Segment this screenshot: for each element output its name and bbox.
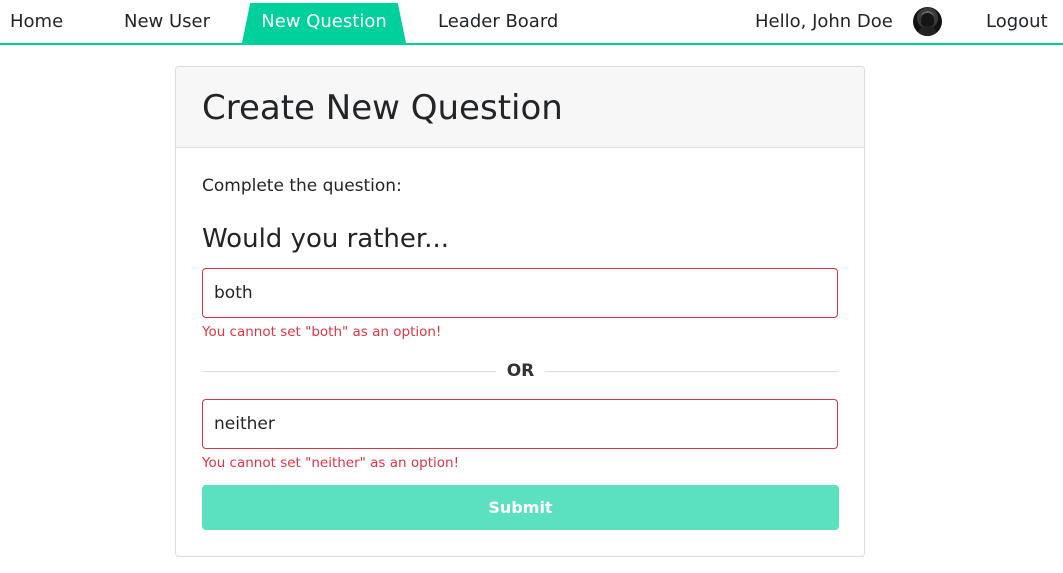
divider-left xyxy=(202,371,496,372)
avatar-body-icon xyxy=(918,26,937,36)
user-greeting: Hello, John Doe xyxy=(755,11,893,32)
nav-link-leader-board[interactable]: Leader Board xyxy=(438,0,558,43)
option-two-error: You cannot set "neither" as an option! xyxy=(202,455,459,471)
avatar-helmet-icon xyxy=(921,11,934,26)
nav-link-home[interactable]: Home xyxy=(10,0,63,43)
nav-link-new-question-tab[interactable]: New Question xyxy=(242,3,406,43)
nav-underline xyxy=(0,43,1063,45)
option-one-error: You cannot set "both" as an option! xyxy=(202,324,442,340)
would-you-rather-heading: Would you rather... xyxy=(202,224,449,254)
divider-right xyxy=(545,371,838,372)
question-prompt: Complete the question: xyxy=(202,176,402,196)
option-two-input[interactable] xyxy=(202,399,838,449)
card-header: Create New Question xyxy=(176,67,864,148)
nav-link-new-user[interactable]: New User xyxy=(124,0,210,43)
page-title: Create New Question xyxy=(202,88,563,128)
avatar xyxy=(913,7,942,36)
or-divider-label: OR xyxy=(506,361,535,381)
nav-link-new-question[interactable]: New Question xyxy=(242,3,406,43)
new-question-card: Create New Question Complete the questio… xyxy=(175,66,865,557)
top-navigation: Home New User New Question Leader Board … xyxy=(0,0,1063,46)
logout-link[interactable]: Logout xyxy=(986,0,1048,43)
submit-button[interactable]: Submit xyxy=(202,485,839,530)
option-one-input[interactable] xyxy=(202,268,838,318)
